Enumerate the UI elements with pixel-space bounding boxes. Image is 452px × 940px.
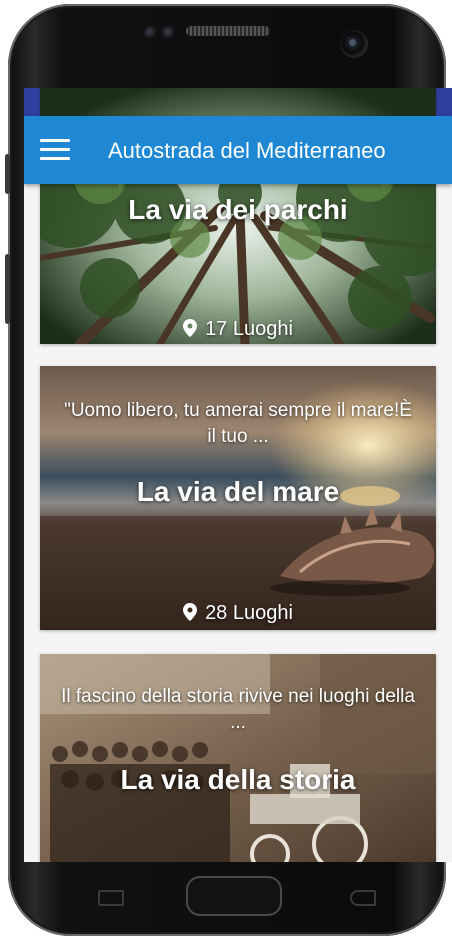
light-sensor [162, 26, 176, 40]
route-title: La via del mare [136, 476, 340, 507]
map-pin-icon [183, 603, 198, 621]
route-title: La via dei parchi [128, 194, 348, 225]
earpiece-speaker [186, 26, 270, 36]
places-label: 17 Luoghi [205, 318, 293, 340]
side-button-left [5, 154, 10, 194]
route-card-mare[interactable]: "Uomo libero, tu amerai sempre il mare!È… [40, 366, 436, 630]
front-camera [340, 30, 368, 58]
screen: Autostrada del Mediterraneo La via dei p… [24, 88, 452, 862]
route-title: La via della storia [120, 764, 356, 795]
route-card-storia[interactable]: Il fascino della storia rivive nei luogh… [40, 654, 436, 862]
map-pin-icon [183, 319, 198, 337]
back-key[interactable] [350, 890, 376, 906]
proximity-sensor [144, 26, 158, 40]
app-title: Autostrada del Mediterraneo [108, 138, 386, 163]
places-count: 28 Luoghi [40, 602, 436, 625]
places-count: 17 Luoghi [40, 318, 436, 341]
recent-apps-key[interactable] [98, 890, 124, 906]
route-description: Il fascino della storia rivive nei luogh… [61, 686, 415, 733]
app-bar: Autostrada del Mediterraneo [24, 116, 452, 184]
home-button[interactable] [186, 876, 282, 916]
hamburger-menu-icon[interactable] [40, 138, 70, 162]
route-description: "Uomo libero, tu amerai sempre il mare!È… [64, 400, 412, 447]
places-label: 28 Luoghi [205, 602, 293, 624]
side-button-left-2 [5, 254, 10, 324]
